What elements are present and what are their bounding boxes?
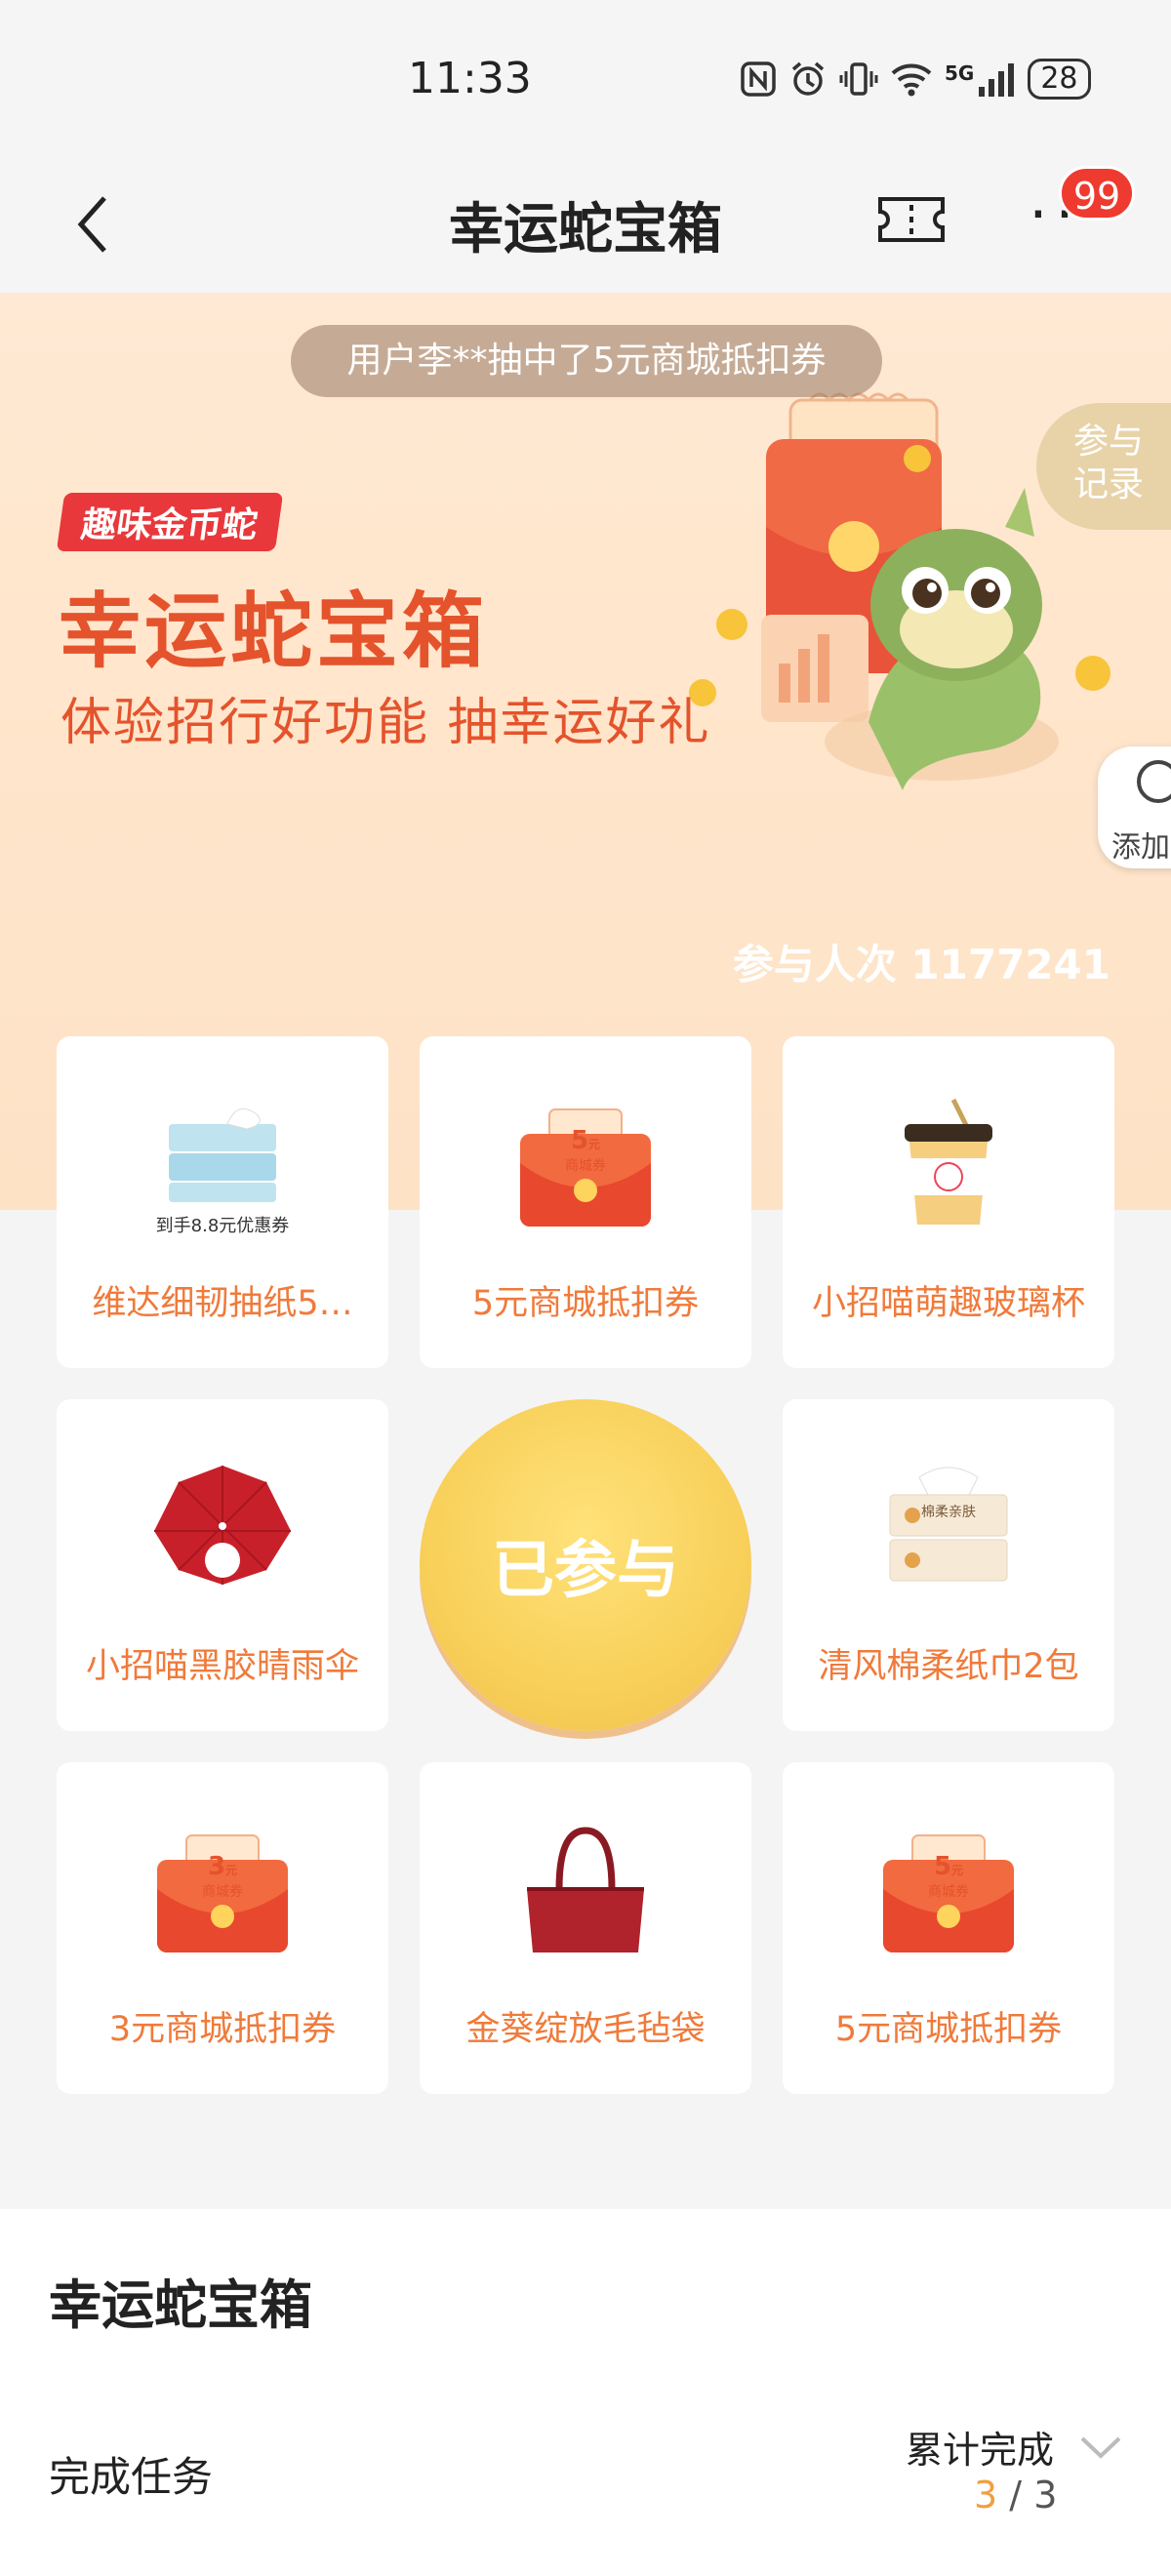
prize-card-umbrella[interactable]: 小招喵黑胶晴雨伞 [57,1399,388,1731]
banner-subtitle: 体验招行好功能 抽幸运好礼 [61,694,711,752]
vibrate-icon [839,62,878,96]
coupon-amount: 3元 [57,1852,388,1881]
tasks-title: 幸运蛇宝箱 [49,2274,312,2336]
page-title: 幸运蛇宝箱 [449,198,722,262]
prize-name: 金葵绽放毛毡袋 [465,2010,706,2049]
tasks-separator: / [1009,2474,1023,2516]
prize-name: 小招喵萌趣玻璃杯 [811,1284,1085,1323]
alarm-icon [791,61,825,96]
prize-name: 5元商城抵扣券 [834,2010,1063,2049]
expand-tasks-button[interactable] [1078,2425,1123,2470]
tasks-total: 3 [1033,2474,1058,2516]
prize-card-glass-cup[interactable]: 小招喵萌趣玻璃杯 [783,1036,1114,1368]
status-icons: 5G 28 [740,59,1091,100]
coupon-amount: 5元 [420,1126,751,1155]
tissue-box-label: 棉柔亲肤 [921,1505,976,1520]
ticket-icon [878,197,945,242]
felt-bag-icon [527,1827,644,1952]
coupon-amount-unit: 元 [225,1864,238,1877]
coupon-amount-value: 3 [207,1852,226,1881]
tissue-caption: 到手8.8元优惠券 [155,1216,290,1236]
chevron-down-icon [1080,2436,1121,2459]
tasks-section [0,2182,1171,2576]
network-label: 5G [945,61,975,85]
coupon-amount-unit: 元 [588,1138,601,1151]
winner-ticker: 用户李**抽中了5元商城抵扣券 [291,325,882,397]
status-time: 11:33 [408,54,532,103]
tasks-completed: 3 [974,2474,998,2516]
notification-badge: 99 [1059,166,1135,221]
umbrella-icon [154,1466,291,1585]
prize-card-coupon-5b[interactable]: 5元 商城券 5元商城抵扣券 [783,1762,1114,2094]
records-button[interactable]: 参与 记录 [1036,403,1171,530]
wifi-icon [891,63,932,97]
ticket-button[interactable] [876,195,947,244]
coupon-amount-value: 5 [570,1126,589,1155]
add-label: 添加 [1111,830,1170,865]
add-button[interactable]: 添加 [1098,746,1171,868]
prize-name: 清风棉柔纸巾2包 [818,1647,1079,1686]
battery-indicator: 28 [1028,59,1091,100]
tasks-progress-label: 累计完成 [906,2429,1055,2472]
participated-button[interactable]: 已参与 [420,1399,751,1731]
coupon-label: 商城券 [565,1158,606,1174]
banner-title: 幸运蛇宝箱 [59,584,489,679]
prize-card-felt-bag[interactable]: 金葵绽放毛毡袋 [420,1762,751,2094]
prize-card-coupon-3[interactable]: 3元 商城券 3元商城抵扣券 [57,1762,388,2094]
coupon-amount-value: 5 [933,1852,952,1881]
tasks-count: 3 / 3 [974,2474,1057,2516]
banner-tag: 趣味金币蛇 [56,493,284,551]
prize-name: 5元商城抵扣券 [471,1284,700,1323]
glass-cup-icon [905,1098,992,1225]
tissue-box-icon [889,1467,1008,1582]
coupon-label: 商城券 [202,1884,243,1900]
signal-5g-icon: 5G [945,61,1016,97]
prize-name: 维达细韧抽纸5… [92,1284,353,1323]
prize-card-coupon-5[interactable]: 5元 商城券 5元商城抵扣券 [420,1036,751,1368]
records-label-line2: 记录 [1073,464,1145,504]
prize-card-tissue-box[interactable]: 棉柔亲肤 清风棉柔纸巾2包 [783,1399,1114,1731]
prize-name: 小招喵黑胶晴雨伞 [85,1647,359,1686]
clock-icon [1137,760,1171,803]
coupon-amount: 5元 [783,1852,1114,1881]
prize-name: 3元商城抵扣券 [108,2010,337,2049]
participant-count: 参与人次 1177241 [732,941,1110,988]
nfc-icon [741,61,776,97]
coupon-label: 商城券 [928,1884,969,1900]
prize-card-tissue[interactable]: 到手8.8元优惠券 维达细韧抽纸5… [57,1036,388,1368]
coupon-amount-unit: 元 [951,1864,964,1877]
records-label-line1: 参与 [1073,422,1145,462]
tasks-row-label: 完成任务 [49,2453,214,2501]
